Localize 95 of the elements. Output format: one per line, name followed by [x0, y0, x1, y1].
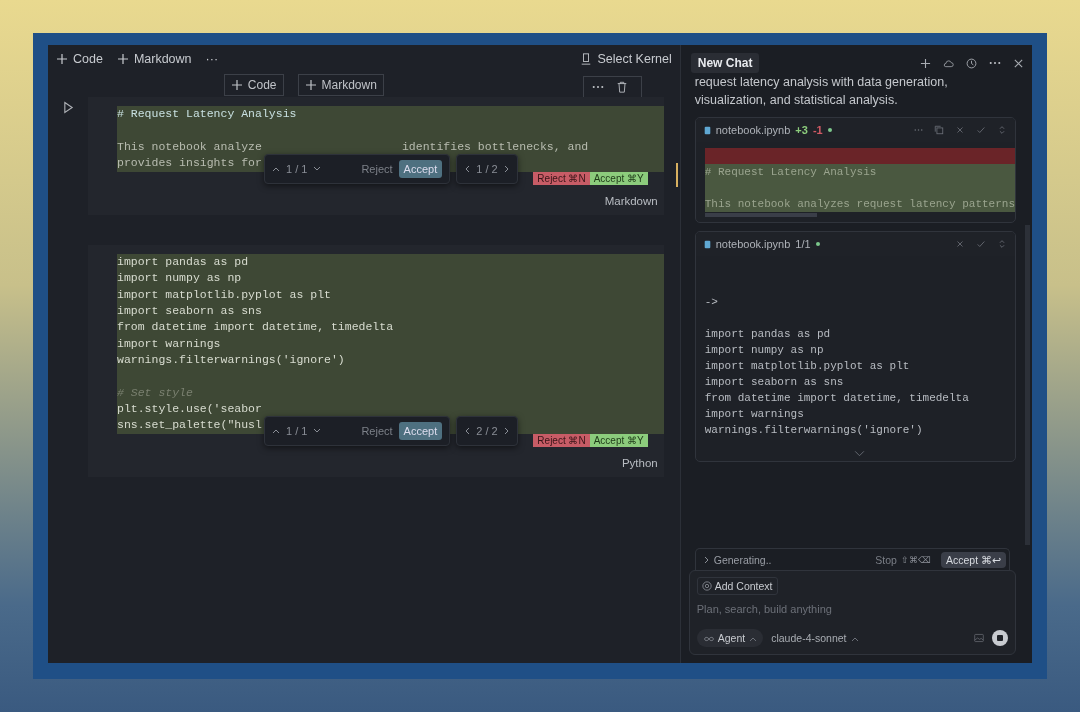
- code-line: # Request Latency Analysis: [117, 106, 297, 122]
- close-icon[interactable]: [1013, 57, 1024, 69]
- stop-button[interactable]: Stop: [875, 553, 897, 566]
- select-kernel-button[interactable]: Select Kernel: [580, 52, 672, 66]
- code-line: from datetime import datetime, timedelta: [704, 392, 969, 404]
- code-line: This notebook analyzes request latency patterns: [704, 198, 1015, 210]
- code-line: # Request Latency Analysis: [704, 166, 877, 178]
- status-dot: [815, 242, 820, 246]
- code-line: import pandas as pd: [117, 254, 249, 271]
- chevron-right-icon[interactable]: [703, 555, 710, 564]
- code-line: import pandas as pd: [704, 328, 831, 340]
- check-icon[interactable]: [976, 125, 986, 135]
- add-context-button[interactable]: Add Context: [696, 577, 778, 595]
- copy-icon[interactable]: [934, 125, 944, 135]
- accept-all-button[interactable]: Accept ⌘Y: [589, 434, 648, 448]
- code-line: # Set style: [117, 384, 193, 401]
- file-name[interactable]: notebook.ipynb: [715, 238, 791, 250]
- cloud-icon[interactable]: [943, 57, 954, 69]
- chevron-left-icon[interactable]: [464, 165, 471, 174]
- insert-code-button[interactable]: Code: [223, 74, 284, 96]
- reject-button[interactable]: Reject: [361, 163, 393, 176]
- add-markdown-button[interactable]: Markdown: [116, 52, 192, 66]
- code-line: import warnings: [704, 408, 804, 420]
- more-icon[interactable]: [591, 85, 604, 89]
- plus-icon: [304, 79, 317, 91]
- cell-language: Markdown: [603, 195, 658, 208]
- server-icon: [580, 53, 593, 65]
- accept-button[interactable]: Accept ⌘↩: [940, 551, 1006, 568]
- history-icon[interactable]: [966, 57, 977, 69]
- chevron-left-icon[interactable]: [464, 427, 471, 436]
- stop-icon[interactable]: [992, 630, 1008, 646]
- chevron-right-icon[interactable]: [503, 427, 510, 436]
- code-line: identifies bottlenecks, and: [401, 138, 589, 155]
- at-sign-icon: [701, 581, 712, 591]
- status-dot: [827, 128, 832, 132]
- code-line: import matplotlib.pyplot as plt: [117, 286, 331, 303]
- chevron-up-icon[interactable]: [272, 166, 280, 173]
- more-button[interactable]: ···: [205, 52, 219, 66]
- code-line: import matplotlib.pyplot as plt: [704, 360, 910, 372]
- code-line: This notebook analyze: [117, 138, 262, 155]
- file-icon: [703, 125, 711, 135]
- change-counter: 1 / 1: [286, 163, 308, 176]
- trash-icon[interactable]: [615, 81, 628, 93]
- plus-icon: [230, 79, 243, 91]
- model-selector[interactable]: claude-4-sonnet: [771, 632, 859, 644]
- accept-all-button[interactable]: Accept ⌘Y: [589, 172, 648, 186]
- more-icon[interactable]: [989, 61, 1001, 65]
- generating-status: Generating..: [713, 553, 772, 566]
- chevron-down-icon[interactable]: [313, 428, 322, 435]
- insert-markdown-button[interactable]: Markdown: [297, 74, 384, 96]
- chevron-up-icon: [749, 636, 758, 642]
- agent-mode-button[interactable]: Agent: [696, 629, 764, 647]
- chevron-down-icon[interactable]: [313, 166, 322, 173]
- code-line: from datetime import datetime, timedelta: [117, 319, 394, 336]
- scrollbar[interactable]: [704, 213, 817, 217]
- code-line: import warnings: [117, 335, 221, 352]
- code-line: plt.style.use('seabor: [117, 400, 262, 417]
- code-line: ->: [704, 296, 718, 308]
- assistant-message: request latency analysis with data generation, visualization, and statistical analysis.: [694, 74, 949, 109]
- code-line: import seaborn as sns: [117, 303, 262, 320]
- code-line: warnings.filterwarnings('ignore'): [117, 351, 345, 368]
- add-code-button[interactable]: Code: [56, 52, 103, 66]
- check-icon[interactable]: [976, 239, 986, 249]
- chevron-right-icon[interactable]: [503, 165, 510, 174]
- plus-icon: [116, 53, 129, 65]
- removed-count: -1: [812, 124, 823, 136]
- run-icon[interactable]: [62, 101, 74, 114]
- code-line: sns.set_palette("husl: [117, 417, 262, 434]
- cell-language: Python: [620, 457, 658, 470]
- chevron-up-icon: [850, 636, 859, 642]
- plus-icon[interactable]: [920, 57, 931, 69]
- code-line: import numpy as np: [704, 344, 824, 356]
- chat-input[interactable]: Plan, search, build anything: [696, 603, 1008, 615]
- code-line: import seaborn as sns: [704, 376, 844, 388]
- infinity-icon: [702, 636, 715, 642]
- reject-all-button[interactable]: Reject ⌘N: [533, 434, 590, 448]
- reject-all-button[interactable]: Reject ⌘N: [533, 172, 590, 186]
- accept-button[interactable]: Accept: [398, 160, 443, 179]
- change-counter: 1 / 1: [286, 425, 308, 438]
- code-line: import numpy as np: [117, 270, 242, 287]
- code-line: warnings.filterwarnings('ignore'): [704, 424, 923, 436]
- cursor-marker: [675, 163, 678, 187]
- file-position: 2 / 2: [476, 425, 498, 438]
- chevron-up-icon[interactable]: [272, 428, 280, 435]
- added-count: +3: [795, 124, 808, 136]
- file-icon: [703, 239, 711, 249]
- code-line: provides insights for: [117, 154, 262, 171]
- shortcut-hint: ⇧⌘⌫: [900, 554, 931, 565]
- file-position: 1 / 2: [476, 163, 498, 176]
- plus-icon: [56, 53, 68, 65]
- change-count: 1/1: [795, 238, 811, 250]
- chat-tab[interactable]: New Chat: [690, 53, 760, 73]
- accept-button[interactable]: Accept: [398, 422, 443, 441]
- file-name[interactable]: notebook.ipynb: [715, 124, 791, 136]
- reject-button[interactable]: Reject: [361, 425, 393, 438]
